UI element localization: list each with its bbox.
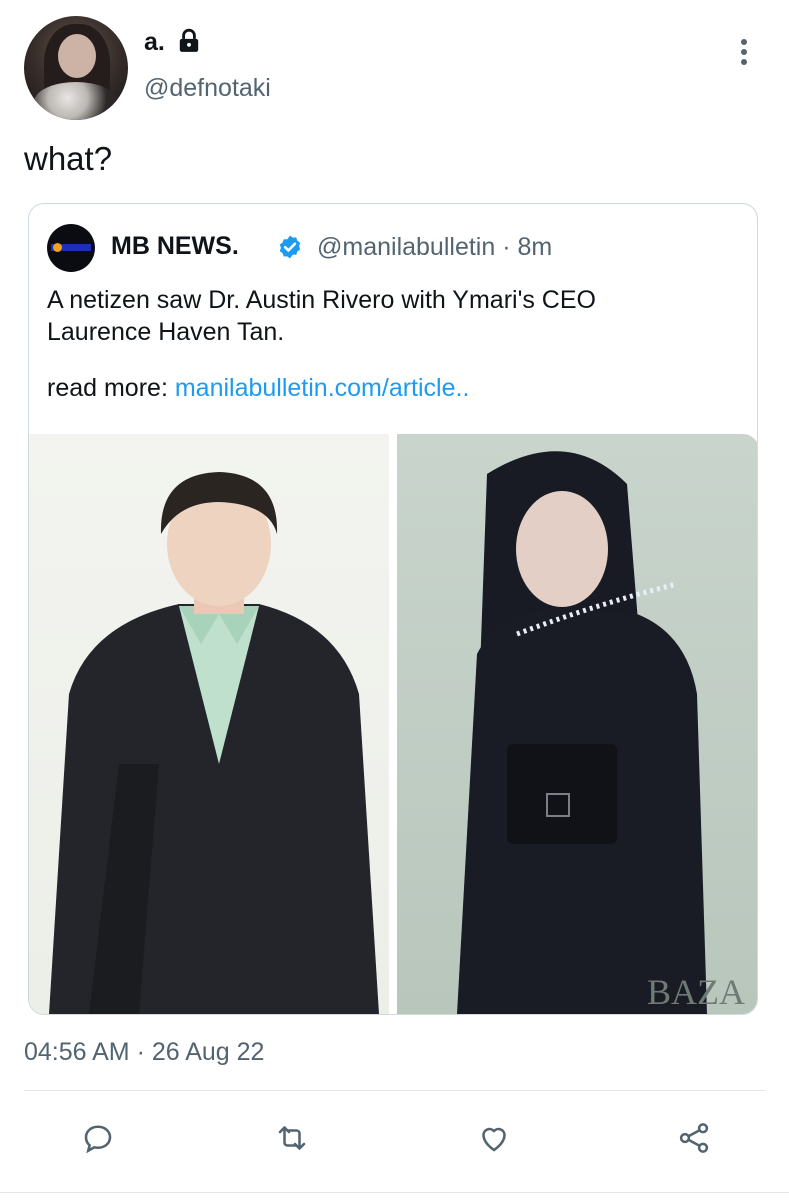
read-more-label: read more:: [47, 374, 175, 402]
author-handle[interactable]: @defnotaki: [144, 74, 271, 103]
quoted-author-handle-time: @manilabulletin · 8m: [317, 233, 553, 261]
tweet-timestamp[interactable]: 04:56 AM · 26 Aug 22: [24, 1038, 264, 1067]
bottom-divider: [0, 1192, 789, 1193]
author-display-name[interactable]: a.: [144, 28, 165, 57]
more-vertical-icon[interactable]: [728, 36, 760, 68]
action-divider: [24, 1090, 765, 1091]
quoted-text-line-2: Laurence Haven Tan.: [47, 318, 285, 346]
quoted-tweet-card[interactable]: MB NEWS. @manilabulletin · 8m A netizen …: [28, 203, 758, 1015]
avatar-fur-coat: [34, 82, 118, 120]
verified-badge-icon: [279, 235, 301, 259]
article-link[interactable]: manilabulletin.com/article..: [175, 374, 470, 402]
tweet-text: what?: [24, 140, 113, 177]
man-in-suit-illustration: [49, 472, 379, 1014]
read-more-line: read more: manilabulletin.com/article..: [47, 374, 469, 403]
magazine-watermark: BAZA: [647, 972, 745, 1012]
photo-woman-with-handbag[interactable]: BAZA: [397, 434, 757, 1014]
quoted-author-name[interactable]: MB NEWS.: [111, 232, 239, 261]
reply-icon[interactable]: [78, 1118, 118, 1158]
woman-with-handbag-illustration: BAZA: [457, 451, 745, 1014]
retweet-icon[interactable]: [272, 1118, 312, 1158]
mb-logo-sun-icon: [53, 243, 62, 252]
quoted-text-line-1: A netizen saw Dr. Austin Rivero with Yma…: [47, 286, 596, 314]
author-avatar[interactable]: [24, 16, 128, 120]
like-icon[interactable]: [474, 1118, 514, 1158]
lock-icon: [179, 28, 199, 52]
share-icon[interactable]: [674, 1118, 714, 1158]
photo-man-in-suit[interactable]: [29, 434, 389, 1014]
quoted-author-avatar[interactable]: [47, 224, 95, 272]
avatar-face: [58, 34, 96, 78]
